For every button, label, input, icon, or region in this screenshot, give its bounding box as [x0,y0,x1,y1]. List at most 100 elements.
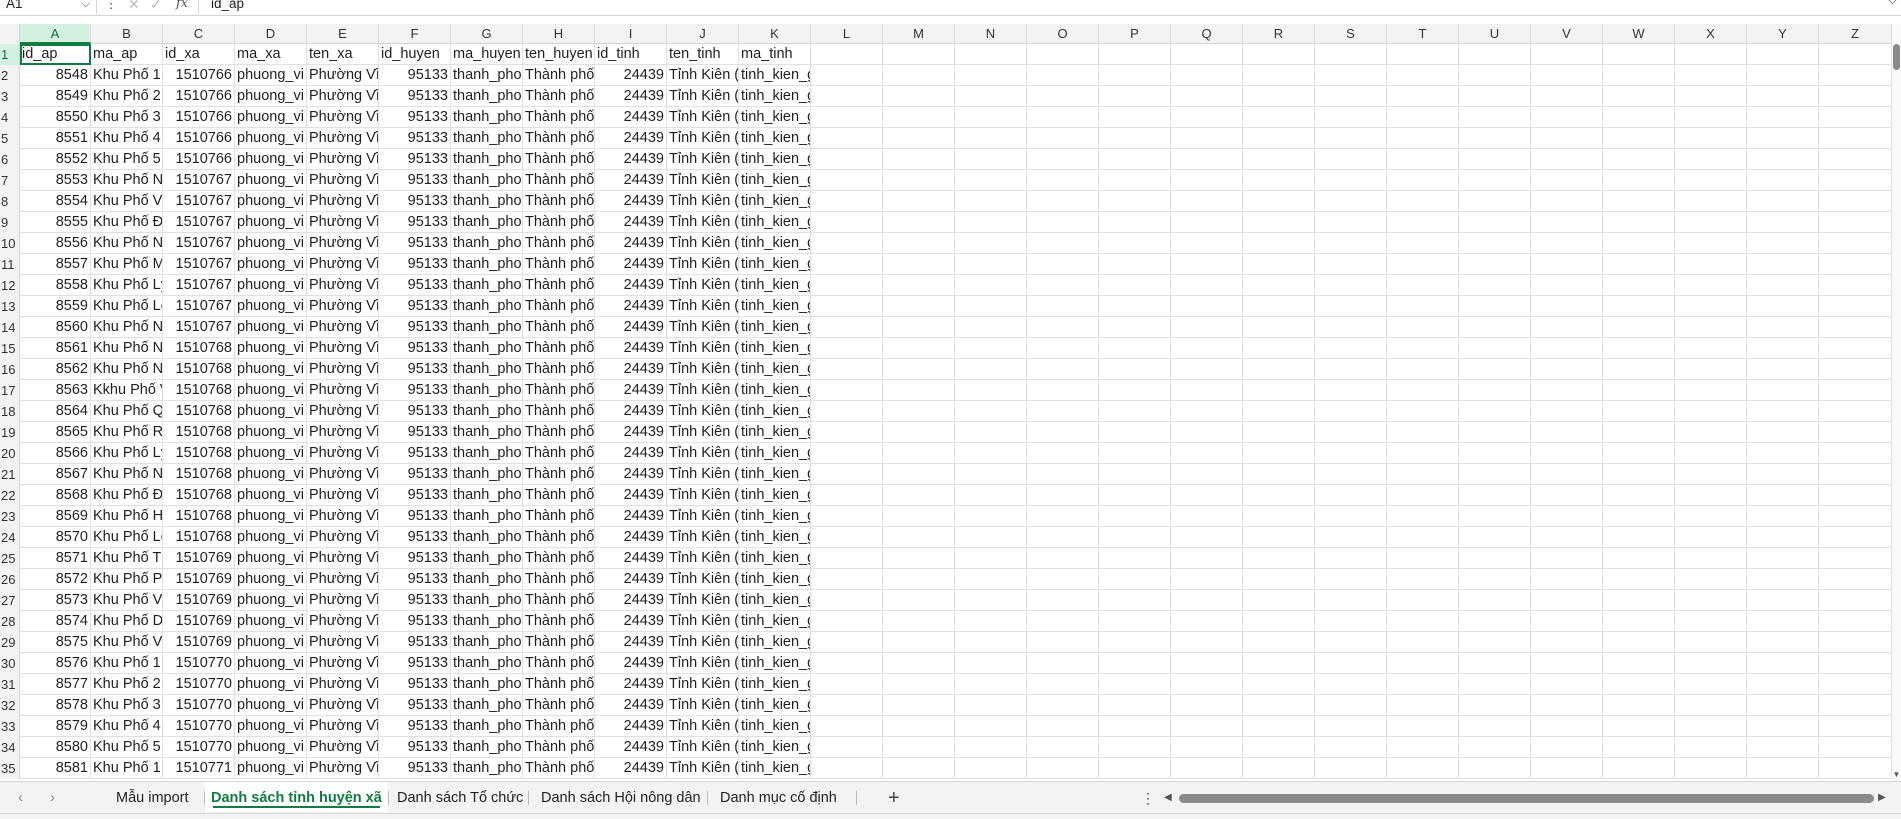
cell[interactable]: Thành phố [523,653,595,674]
cell[interactable] [1315,86,1387,107]
cell[interactable] [1531,632,1603,653]
cell[interactable]: Thành phố [523,254,595,275]
cell[interactable]: Phường Vĩ [307,506,379,527]
cell[interactable] [1747,149,1819,170]
cell[interactable] [1099,527,1171,548]
cell[interactable] [1819,296,1892,317]
cell[interactable]: tinh_kien_giang [739,485,811,506]
column-header-r[interactable]: R [1243,24,1315,44]
cell[interactable]: Khu Phố Lê [91,296,163,317]
cell[interactable] [811,65,883,86]
cell[interactable]: 95133 [379,548,451,569]
cell[interactable] [1675,317,1747,338]
cell[interactable] [883,737,955,758]
cell[interactable]: phuong_vi [235,527,307,548]
cell[interactable] [883,107,955,128]
cell[interactable]: 95133 [379,275,451,296]
row-header[interactable]: 29 [0,632,20,653]
cell[interactable]: 24439 [595,590,667,611]
cell[interactable] [1243,464,1315,485]
cell[interactable]: Khu Phố Đề [91,485,163,506]
cell[interactable]: Thành phố [523,485,595,506]
cell[interactable] [1099,233,1171,254]
cell[interactable]: Tỉnh Kiên ( [667,674,739,695]
cell[interactable] [1171,443,1243,464]
cell[interactable] [1459,254,1531,275]
cell[interactable]: 24439 [595,275,667,296]
column-header-t[interactable]: T [1387,24,1459,44]
cell[interactable] [955,296,1027,317]
cell[interactable] [1387,548,1459,569]
cell[interactable]: 24439 [595,548,667,569]
cell[interactable]: thanh_pho [451,716,523,737]
cell[interactable]: 1510769 [163,590,235,611]
cell[interactable] [1603,128,1675,149]
cell[interactable]: thanh_pho [451,464,523,485]
cell[interactable]: phuong_vi [235,380,307,401]
cell[interactable] [1387,653,1459,674]
cell[interactable]: Phường Vĩ [307,380,379,401]
cell[interactable] [1387,737,1459,758]
cell[interactable]: Khu Phố Ng [91,317,163,338]
cell[interactable]: 95133 [379,338,451,359]
cell[interactable] [1603,653,1675,674]
cell[interactable]: thanh_pho [451,65,523,86]
cell[interactable]: tinh_kien_giang [739,401,811,422]
cell[interactable] [955,359,1027,380]
cell[interactable] [1603,548,1675,569]
cell[interactable]: 24439 [595,443,667,464]
cell[interactable] [1387,317,1459,338]
row-header[interactable]: 15 [0,338,20,359]
cell[interactable] [1459,44,1531,65]
cell[interactable] [1531,401,1603,422]
cell[interactable] [811,128,883,149]
insert-function-icon[interactable]: fx [176,0,188,14]
cell[interactable]: 8575 [20,632,91,653]
cell[interactable] [1819,128,1892,149]
cell[interactable] [1171,611,1243,632]
cell[interactable] [1099,506,1171,527]
cell[interactable] [1675,548,1747,569]
cell[interactable]: 1510767 [163,317,235,338]
cell[interactable] [955,464,1027,485]
cell[interactable] [1675,695,1747,716]
cell[interactable]: tinh_kien_giang [739,590,811,611]
cell[interactable]: 1510766 [163,149,235,170]
cell[interactable] [955,674,1027,695]
cell[interactable]: tinh_kien_giang [739,191,811,212]
cell[interactable]: 95133 [379,653,451,674]
cell[interactable] [1603,149,1675,170]
cell[interactable] [1531,296,1603,317]
cell[interactable]: thanh_pho [451,191,523,212]
cell[interactable]: 95133 [379,317,451,338]
cell[interactable]: 1510767 [163,170,235,191]
cell[interactable] [1603,674,1675,695]
next-sheet-button[interactable]: › [50,782,55,814]
cell[interactable]: 8555 [20,212,91,233]
cell[interactable] [1387,569,1459,590]
cell[interactable]: Thành phố [523,401,595,422]
cell[interactable]: thanh_pho [451,569,523,590]
cell[interactable] [1027,569,1099,590]
cell[interactable] [883,296,955,317]
cell[interactable] [883,212,955,233]
cell[interactable] [955,653,1027,674]
cell[interactable] [1315,758,1387,779]
cell[interactable] [1387,716,1459,737]
cell[interactable]: Phường Vĩ [307,758,379,779]
cell[interactable] [1387,212,1459,233]
cell[interactable] [955,527,1027,548]
cell[interactable] [811,254,883,275]
cell[interactable] [955,170,1027,191]
cell[interactable] [1459,653,1531,674]
cell[interactable] [1027,548,1099,569]
cell[interactable] [1027,527,1099,548]
cell[interactable]: tinh_kien_giang [739,170,811,191]
cell[interactable] [1027,86,1099,107]
cell[interactable]: Phường Vĩ [307,254,379,275]
cell[interactable] [1747,569,1819,590]
cell[interactable] [1747,212,1819,233]
cell[interactable] [1819,86,1892,107]
cell[interactable]: Tỉnh Kiên ( [667,590,739,611]
cell[interactable]: 24439 [595,212,667,233]
